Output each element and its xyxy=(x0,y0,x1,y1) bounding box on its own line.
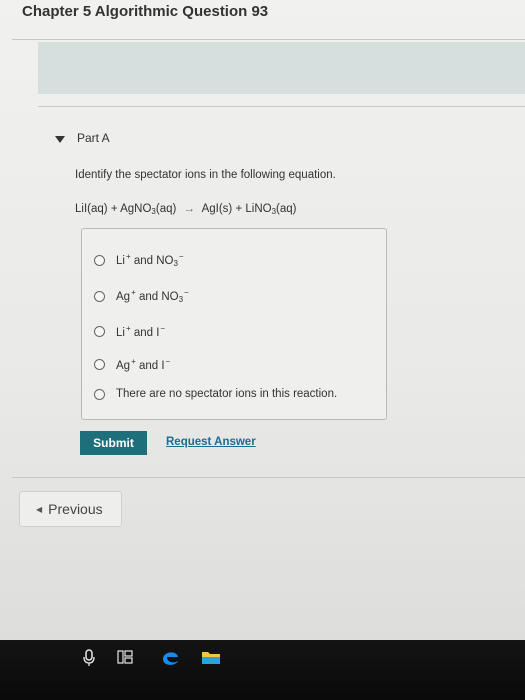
chemical-equation: LiI(aq) + AgNO3(aq) → AgI(s) + LiNO3(aq) xyxy=(75,203,297,216)
reaction-arrow: → xyxy=(183,203,196,215)
radio-button[interactable] xyxy=(94,254,105,266)
divider xyxy=(38,106,525,107)
page-title: Chapter 5 Algorithmic Question 93 xyxy=(22,3,269,20)
task-view-icon[interactable] xyxy=(117,649,133,670)
option-label: Ag+ and I− xyxy=(116,356,171,372)
radio-button[interactable] xyxy=(94,388,105,400)
edge-browser-icon[interactable] xyxy=(159,646,181,673)
option-label: Ag+ and NO3− xyxy=(116,288,189,304)
option-li-no3[interactable]: Li+ and NO3− xyxy=(94,250,184,270)
option-label: Li+ and I− xyxy=(116,323,166,339)
microphone-icon[interactable] xyxy=(82,649,96,672)
reactant-1: LiI(aq) xyxy=(75,203,108,215)
collapse-triangle-icon[interactable] xyxy=(55,136,65,143)
product-1: AgI(s) xyxy=(201,203,233,215)
product-2: LiNO3(aq) xyxy=(245,203,297,216)
info-banner xyxy=(38,42,525,94)
request-answer-link[interactable]: Request Answer xyxy=(166,436,256,448)
previous-button[interactable]: ◀ Previous xyxy=(19,491,122,527)
question-prompt: Identify the spectator ions in the follo… xyxy=(75,169,336,181)
part-label: Part A xyxy=(77,131,110,145)
option-label: Li+ and NO3− xyxy=(116,252,184,268)
radio-button[interactable] xyxy=(94,290,105,302)
option-no-spectator[interactable]: There are no spectator ions in this reac… xyxy=(94,384,337,404)
radio-button[interactable] xyxy=(94,358,105,370)
file-explorer-icon[interactable] xyxy=(201,649,221,670)
submit-button[interactable]: Submit xyxy=(80,431,147,455)
option-label: There are no spectator ions in this reac… xyxy=(116,388,338,400)
option-li-i[interactable]: Li+ and I− xyxy=(94,321,165,341)
option-ag-no3[interactable]: Ag+ and NO3− xyxy=(94,286,189,306)
plus-sign: + xyxy=(235,203,243,215)
taskbar xyxy=(0,640,525,700)
divider xyxy=(12,477,525,478)
reactant-2: AgNO3(aq) xyxy=(120,203,177,216)
screen: Chapter 5 Algorithmic Question 93 Part A… xyxy=(0,0,525,640)
option-ag-i[interactable]: Ag+ and I− xyxy=(94,354,170,374)
answer-options: Li+ and NO3− Ag+ and NO3− Li+ and I− Ag+… xyxy=(81,228,387,420)
plus-sign: + xyxy=(110,203,118,215)
previous-label: Previous xyxy=(48,501,103,517)
radio-button[interactable] xyxy=(94,325,105,337)
divider xyxy=(12,39,525,40)
chevron-left-icon: ◀ xyxy=(36,504,43,514)
